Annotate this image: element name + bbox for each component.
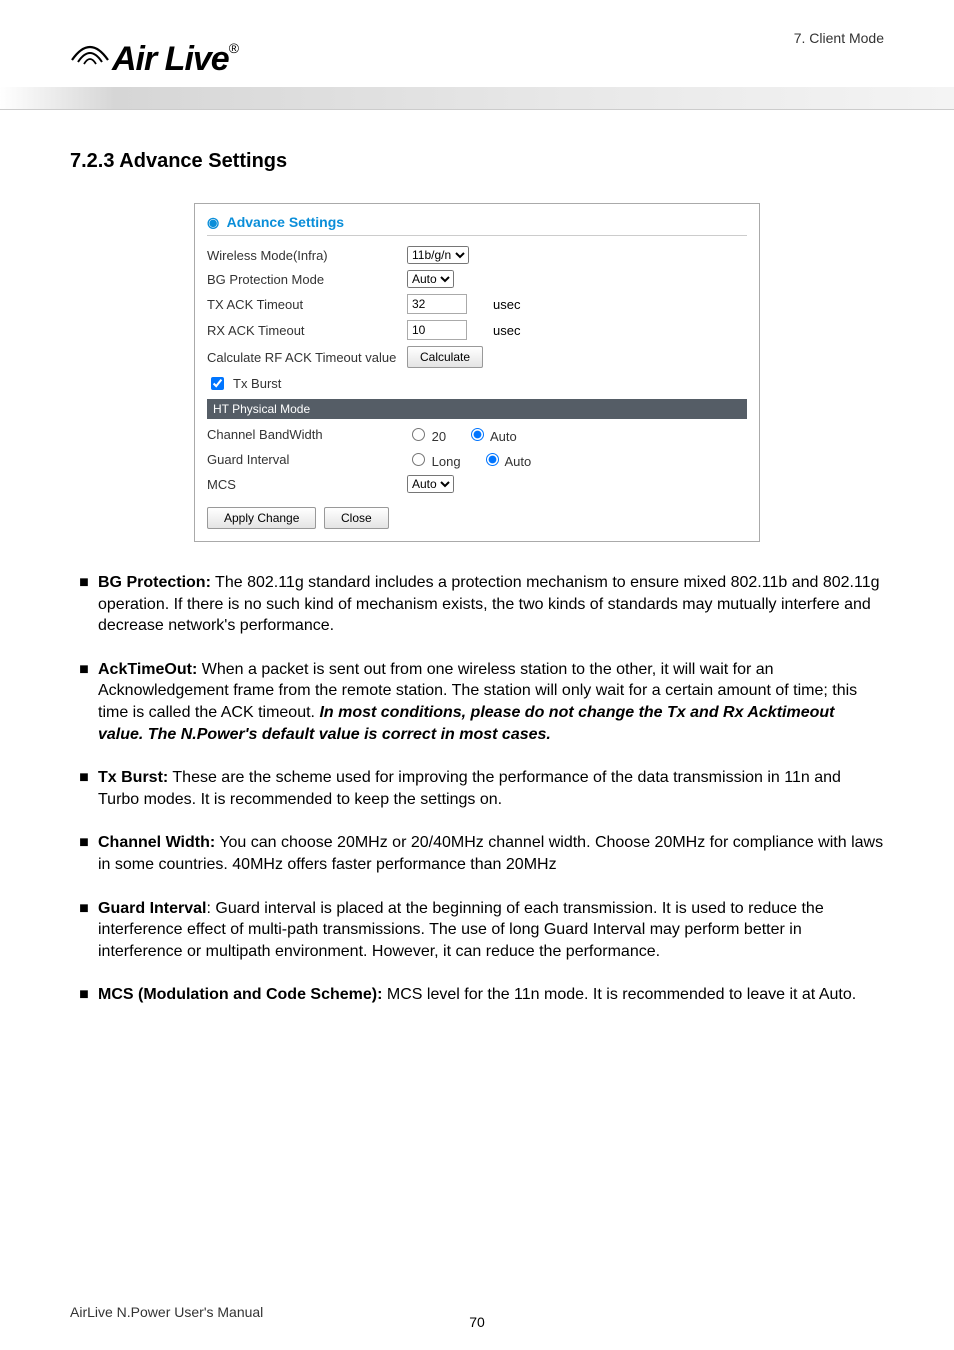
channel-width-paragraph: Channel Width: You can choose 20MHz or 2… — [98, 832, 884, 875]
page-number: 70 — [469, 1314, 485, 1330]
logo-text: Air Live — [112, 40, 229, 78]
ht-physical-mode-header: HT Physical Mode — [207, 399, 747, 419]
bg-protection-body: The 802.11g standard includes a protecti… — [98, 574, 879, 634]
panel-title-text: Advance Settings — [227, 214, 344, 230]
bullet-icon: ■ — [70, 984, 98, 1006]
acktimeout-paragraph: AckTimeOut: When a packet is sent out fr… — [98, 659, 884, 745]
acktimeout-title: AckTimeOut: — [98, 661, 197, 678]
channel-width-title: Channel Width: — [98, 834, 215, 851]
brand-logo: Air Live® — [70, 40, 884, 79]
bullet-icon: ■ — [70, 572, 98, 637]
mcs-body: MCS level for the 11n mode. It is recomm… — [382, 986, 856, 1003]
bg-protection-title: BG Protection: — [98, 574, 211, 591]
section-heading: 7.2.3 Advance Settings — [70, 150, 884, 173]
guard-interval-paragraph: Guard Interval: Guard interval is placed… — [98, 898, 884, 963]
channel-bandwidth-label: Channel BandWidth — [207, 427, 407, 442]
header-banner — [0, 87, 954, 110]
close-button[interactable]: Close — [324, 507, 389, 529]
mcs-label: MCS — [207, 477, 407, 492]
calculate-button[interactable]: Calculate — [407, 346, 483, 368]
tx-burst-checkbox[interactable] — [211, 377, 224, 390]
txburst-paragraph: Tx Burst: These are the scheme used for … — [98, 767, 884, 810]
tx-burst-label: Tx Burst — [233, 376, 281, 391]
guard-interval-label: Guard Interval — [207, 452, 407, 467]
rx-ack-unit: usec — [493, 323, 520, 338]
guard-long-radio[interactable] — [412, 453, 425, 466]
bullet-icon: ■ — [70, 832, 98, 875]
guard-interval-body: : Guard interval is placed at the beginn… — [98, 900, 824, 960]
apply-change-button[interactable]: Apply Change — [207, 507, 316, 529]
bullet-icon: ■ — [70, 898, 98, 963]
channel-bw-20-radio[interactable] — [412, 428, 425, 441]
channel-bw-auto-radio[interactable] — [471, 428, 484, 441]
wifi-arc-icon — [70, 40, 110, 75]
guard-auto-radio[interactable] — [486, 453, 499, 466]
mcs-paragraph: MCS (Modulation and Code Scheme): MCS le… — [98, 984, 884, 1006]
registered-mark: ® — [229, 40, 239, 56]
guard-interval-title: Guard Interval — [98, 900, 206, 917]
wireless-mode-label: Wireless Mode(Infra) — [207, 248, 407, 263]
channel-bw-auto-text: Auto — [490, 429, 517, 444]
rx-ack-input[interactable] — [407, 320, 467, 340]
bg-protection-label: BG Protection Mode — [207, 272, 407, 287]
tx-ack-input[interactable] — [407, 294, 467, 314]
bullet-icon: ■ — [70, 659, 98, 745]
mcs-title: MCS (Modulation and Code Scheme): — [98, 986, 382, 1003]
rx-ack-label: RX ACK Timeout — [207, 323, 407, 338]
channel-width-body: You can choose 20MHz or 20/40MHz channel… — [98, 834, 883, 873]
tx-ack-unit: usec — [493, 297, 520, 312]
footer-manual-name: AirLive N.Power User's Manual — [70, 1304, 263, 1320]
bg-protection-paragraph: BG Protection: The 802.11g standard incl… — [98, 572, 884, 637]
calc-rf-label: Calculate RF ACK Timeout value — [207, 350, 407, 365]
guard-auto-text: Auto — [504, 454, 531, 469]
gear-icon: ◉ — [207, 214, 219, 231]
advance-settings-panel: ◉ Advance Settings Wireless Mode(Infra) … — [194, 203, 760, 542]
guard-long-text: Long — [432, 454, 461, 469]
channel-bw-20-text: 20 — [432, 429, 446, 444]
txburst-body: These are the scheme used for improving … — [98, 769, 841, 808]
tx-ack-label: TX ACK Timeout — [207, 297, 407, 312]
bullet-icon: ■ — [70, 767, 98, 810]
panel-title: ◉ Advance Settings — [207, 214, 747, 236]
mcs-select[interactable]: Auto — [407, 475, 454, 493]
bg-protection-select[interactable]: Auto — [407, 270, 454, 288]
chapter-label: 7. Client Mode — [794, 30, 884, 46]
wireless-mode-select[interactable]: 11b/g/n — [407, 246, 469, 264]
txburst-title: Tx Burst: — [98, 769, 168, 786]
